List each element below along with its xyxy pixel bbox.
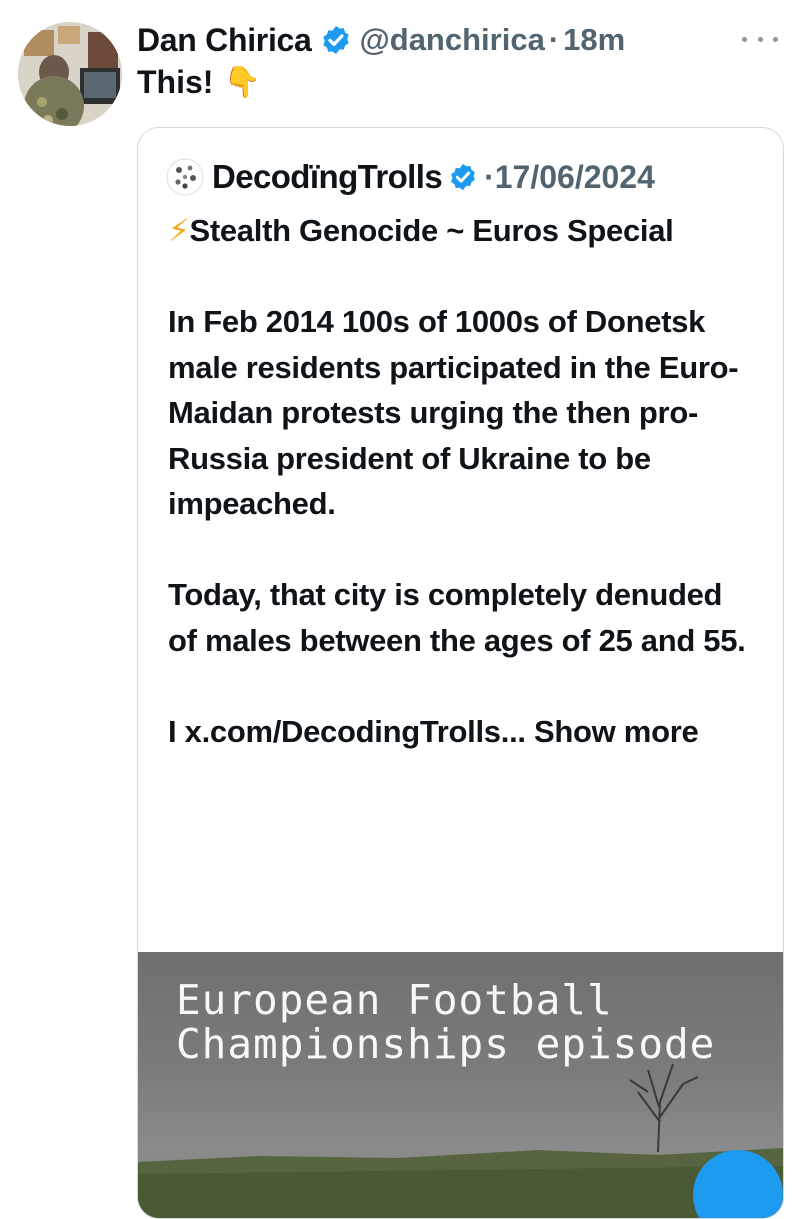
tweet-header: Dan Chirica @danchirica · 18m	[137, 18, 780, 62]
truncated-link-text[interactable]: I x.com/DecodingTrolls...	[168, 714, 526, 749]
separator-dot: ·	[548, 22, 560, 57]
author-name[interactable]: Dan Chirica	[137, 22, 312, 59]
quoted-headline: ⚡Stealth Genocide ~ Euros Special	[168, 208, 758, 254]
author-handle[interactable]: @danchirica	[360, 22, 545, 58]
quoted-author-name[interactable]: DecodїngTrolls	[212, 158, 443, 196]
tweet-text: This! 👇	[137, 64, 261, 101]
post-time[interactable]: 18m	[563, 22, 625, 58]
dot-icon	[773, 36, 778, 42]
quoted-paragraph: In Feb 2014 100s of 1000s of Donetsk mal…	[168, 304, 739, 521]
dot-icon	[757, 36, 763, 42]
tweet-text-content: This!	[137, 64, 214, 100]
headline-text: Stealth Genocide ~ Euros Special	[189, 213, 674, 248]
avatar-image	[18, 22, 122, 126]
quoted-paragraph-link: I x.com/DecodingTrolls... Show more	[168, 709, 758, 755]
verified-badge-icon	[451, 163, 475, 191]
dot-icon	[742, 36, 747, 42]
quoted-post-date[interactable]: 17/06/2024	[495, 159, 655, 196]
media-caption: European Football Championships episode	[176, 976, 716, 1068]
more-options-icon[interactable]	[742, 24, 778, 54]
quoted-tweet-header: DecodїngTrolls · 17/06/2024	[166, 154, 655, 200]
quoted-tweet-body: ⚡Stealth Genocide ~ Euros Special In Feb…	[168, 208, 758, 800]
author-avatar[interactable]	[18, 22, 122, 126]
quoted-author-avatar[interactable]	[166, 158, 204, 196]
verified-badge-icon	[322, 26, 349, 54]
pointing-down-emoji-icon: 👇	[223, 66, 261, 99]
lightning-bolt-emoji-icon: ⚡	[168, 213, 190, 248]
show-more-link[interactable]: Show more	[534, 714, 699, 749]
separator-dot: ·	[484, 158, 495, 195]
quoted-tweet-card[interactable]: DecodїngTrolls · 17/06/2024 ⚡Stealth Gen…	[137, 127, 784, 1219]
quoted-paragraph: Today, that city is completely denuded o…	[168, 577, 746, 658]
quoted-media-image[interactable]: European Football Championships episode	[138, 952, 783, 1218]
